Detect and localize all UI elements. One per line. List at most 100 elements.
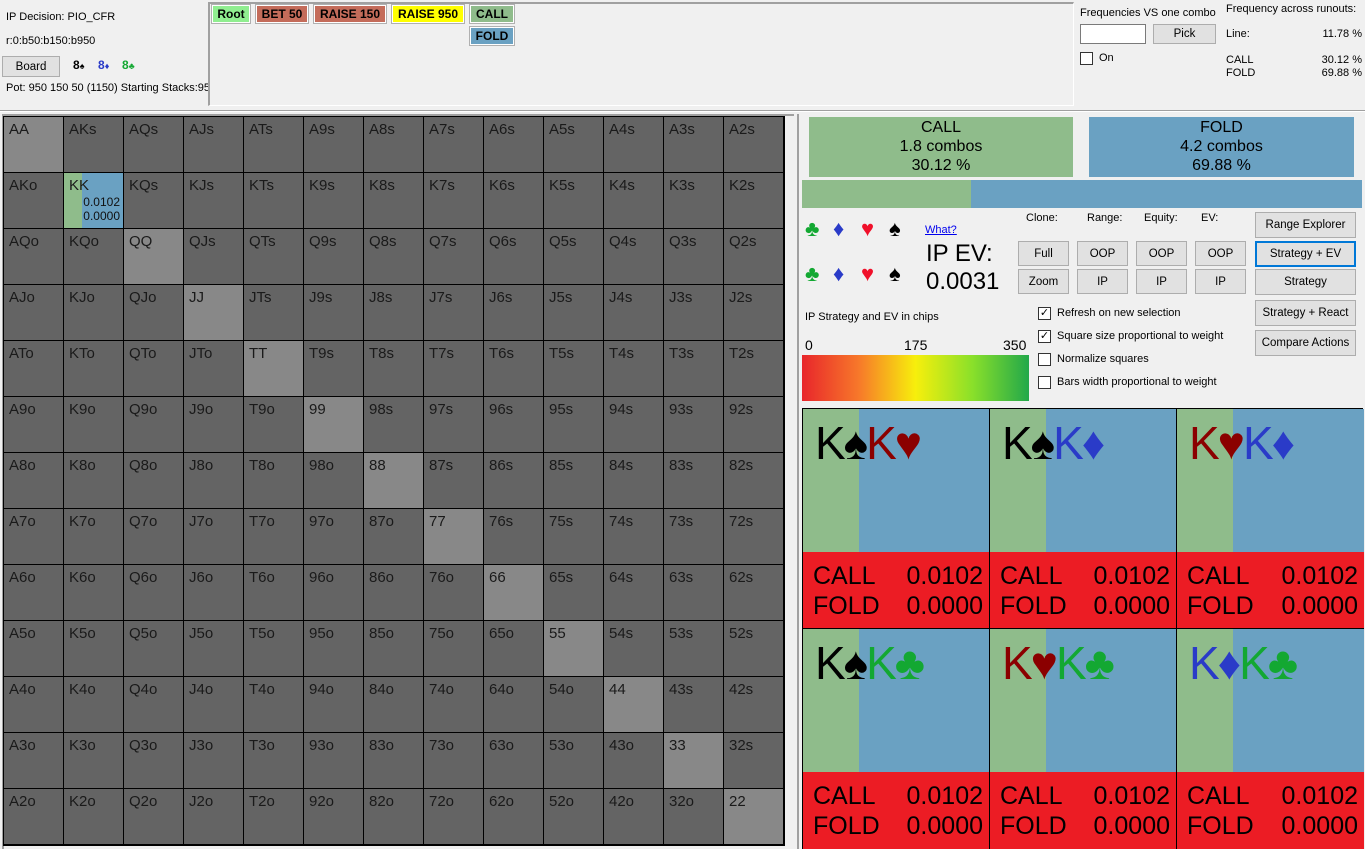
hand-cell-33[interactable]: 33 bbox=[664, 733, 724, 789]
hand-cell-74s[interactable]: 74s bbox=[604, 509, 664, 565]
hand-cell-AQo[interactable]: AQo bbox=[4, 229, 64, 285]
combo-tile[interactable]: K♠K♦ CALL 0.0102 FOLD 0.0000 bbox=[990, 409, 1177, 629]
hand-cell-Q2o[interactable]: Q2o bbox=[124, 789, 184, 845]
hand-cell-K6s[interactable]: K6s bbox=[484, 173, 544, 229]
strategy-button[interactable]: Strategy bbox=[1255, 269, 1356, 295]
hand-cell-TT[interactable]: TT bbox=[244, 341, 304, 397]
hand-cell-J7o[interactable]: J7o bbox=[184, 509, 244, 565]
hand-cell-87o[interactable]: 87o bbox=[364, 509, 424, 565]
hand-cell-Q6s[interactable]: Q6s bbox=[484, 229, 544, 285]
hand-cell-Q4o[interactable]: Q4o bbox=[124, 677, 184, 733]
hand-cell-J8s[interactable]: J8s bbox=[364, 285, 424, 341]
hand-cell-J2s[interactable]: J2s bbox=[724, 285, 784, 341]
what-link[interactable]: What? bbox=[925, 224, 957, 236]
hand-cell-95o[interactable]: 95o bbox=[304, 621, 364, 677]
hand-cell-T9o[interactable]: T9o bbox=[244, 397, 304, 453]
clone-full-button[interactable]: Full bbox=[1018, 241, 1069, 266]
hand-cell-84o[interactable]: 84o bbox=[364, 677, 424, 733]
hand-cell-96o[interactable]: 96o bbox=[304, 565, 364, 621]
hand-cell-KK[interactable]: 0.0102 0.0000 KK bbox=[64, 173, 124, 229]
hand-cell-JJ[interactable]: JJ bbox=[184, 285, 244, 341]
hand-cell-J4o[interactable]: J4o bbox=[184, 677, 244, 733]
hand-cell-88[interactable]: 88 bbox=[364, 453, 424, 509]
hand-cell-Q2s[interactable]: Q2s bbox=[724, 229, 784, 285]
tree-node-raise-950[interactable]: RAISE 950 bbox=[391, 4, 465, 24]
combo-input[interactable] bbox=[1080, 24, 1146, 44]
hand-cell-T9s[interactable]: T9s bbox=[304, 341, 364, 397]
hand-cell-T4s[interactable]: T4s bbox=[604, 341, 664, 397]
hand-cell-T2s[interactable]: T2s bbox=[724, 341, 784, 397]
spade-filter-icon[interactable]: ♠ bbox=[889, 218, 901, 240]
hand-cell-QQ[interactable]: QQ bbox=[124, 229, 184, 285]
strategy-ev-button[interactable]: Strategy + EV bbox=[1255, 241, 1356, 267]
hand-cell-72s[interactable]: 72s bbox=[724, 509, 784, 565]
hand-cell-42o[interactable]: 42o bbox=[604, 789, 664, 845]
hand-cell-72o[interactable]: 72o bbox=[424, 789, 484, 845]
hand-cell-K2s[interactable]: K2s bbox=[724, 173, 784, 229]
hand-cell-K5o[interactable]: K5o bbox=[64, 621, 124, 677]
hand-cell-J3o[interactable]: J3o bbox=[184, 733, 244, 789]
hand-cell-K8s[interactable]: K8s bbox=[364, 173, 424, 229]
hand-cell-K3o[interactable]: K3o bbox=[64, 733, 124, 789]
combo-tile[interactable]: K♦K♣ CALL 0.0102 FOLD 0.0000 bbox=[1177, 629, 1364, 849]
hand-cell-T5o[interactable]: T5o bbox=[244, 621, 304, 677]
hand-cell-K4o[interactable]: K4o bbox=[64, 677, 124, 733]
hand-cell-A8s[interactable]: A8s bbox=[364, 117, 424, 173]
hand-cell-KTo[interactable]: KTo bbox=[64, 341, 124, 397]
hand-cell-T8s[interactable]: T8s bbox=[364, 341, 424, 397]
hand-cell-J6o[interactable]: J6o bbox=[184, 565, 244, 621]
hand-cell-A3o[interactable]: A3o bbox=[4, 733, 64, 789]
hand-cell-75o[interactable]: 75o bbox=[424, 621, 484, 677]
hand-cell-Q8s[interactable]: Q8s bbox=[364, 229, 424, 285]
hand-cell-AKo[interactable]: AKo bbox=[4, 173, 64, 229]
hand-cell-A2s[interactable]: A2s bbox=[724, 117, 784, 173]
hand-cell-82s[interactable]: 82s bbox=[724, 453, 784, 509]
hand-cell-J3s[interactable]: J3s bbox=[664, 285, 724, 341]
on-checkbox[interactable] bbox=[1080, 52, 1093, 65]
combo-tile[interactable]: K♠K♣ CALL 0.0102 FOLD 0.0000 bbox=[803, 629, 990, 849]
hand-cell-66[interactable]: 66 bbox=[484, 565, 544, 621]
hand-cell-J9o[interactable]: J9o bbox=[184, 397, 244, 453]
hand-cell-Q7o[interactable]: Q7o bbox=[124, 509, 184, 565]
hand-cell-82o[interactable]: 82o bbox=[364, 789, 424, 845]
hand-cell-AJo[interactable]: AJo bbox=[4, 285, 64, 341]
tree-node-call[interactable]: CALL bbox=[469, 4, 515, 24]
hand-cell-97o[interactable]: 97o bbox=[304, 509, 364, 565]
hand-cell-54o[interactable]: 54o bbox=[544, 677, 604, 733]
hand-cell-K7o[interactable]: K7o bbox=[64, 509, 124, 565]
hand-cell-87s[interactable]: 87s bbox=[424, 453, 484, 509]
club-filter-icon[interactable]: ♣ bbox=[805, 218, 819, 240]
hand-cell-T5s[interactable]: T5s bbox=[544, 341, 604, 397]
hand-cell-QJo[interactable]: QJo bbox=[124, 285, 184, 341]
hand-cell-K7s[interactable]: K7s bbox=[424, 173, 484, 229]
hand-cell-A6s[interactable]: A6s bbox=[484, 117, 544, 173]
hand-cell-96s[interactable]: 96s bbox=[484, 397, 544, 453]
heart-filter-icon-2[interactable]: ♥ bbox=[861, 263, 874, 285]
spade-filter-icon-2[interactable]: ♠ bbox=[889, 263, 901, 285]
hand-cell-QJs[interactable]: QJs bbox=[184, 229, 244, 285]
hand-cell-Q9o[interactable]: Q9o bbox=[124, 397, 184, 453]
hand-cell-J9s[interactable]: J9s bbox=[304, 285, 364, 341]
hand-cell-JTo[interactable]: JTo bbox=[184, 341, 244, 397]
square-size-checkbox[interactable]: ✓ bbox=[1038, 330, 1051, 343]
hand-cell-JTs[interactable]: JTs bbox=[244, 285, 304, 341]
hand-cell-73s[interactable]: 73s bbox=[664, 509, 724, 565]
bars-width-checkbox[interactable] bbox=[1038, 376, 1051, 389]
tree-node-root[interactable]: Root bbox=[211, 4, 251, 24]
hand-cell-94s[interactable]: 94s bbox=[604, 397, 664, 453]
pick-button[interactable]: Pick bbox=[1153, 24, 1216, 44]
hand-cell-J6s[interactable]: J6s bbox=[484, 285, 544, 341]
equity-oop-button[interactable]: OOP bbox=[1136, 241, 1187, 266]
compare-actions-button[interactable]: Compare Actions bbox=[1255, 330, 1356, 356]
club-filter-icon-2[interactable]: ♣ bbox=[805, 263, 819, 285]
hand-cell-86o[interactable]: 86o bbox=[364, 565, 424, 621]
hand-cell-J5s[interactable]: J5s bbox=[544, 285, 604, 341]
hand-cell-Q6o[interactable]: Q6o bbox=[124, 565, 184, 621]
hand-cell-A8o[interactable]: A8o bbox=[4, 453, 64, 509]
hand-cell-55[interactable]: 55 bbox=[544, 621, 604, 677]
hand-cell-J5o[interactable]: J5o bbox=[184, 621, 244, 677]
hand-cell-42s[interactable]: 42s bbox=[724, 677, 784, 733]
hand-cell-85s[interactable]: 85s bbox=[544, 453, 604, 509]
hand-cell-Q5o[interactable]: Q5o bbox=[124, 621, 184, 677]
hand-cell-93s[interactable]: 93s bbox=[664, 397, 724, 453]
